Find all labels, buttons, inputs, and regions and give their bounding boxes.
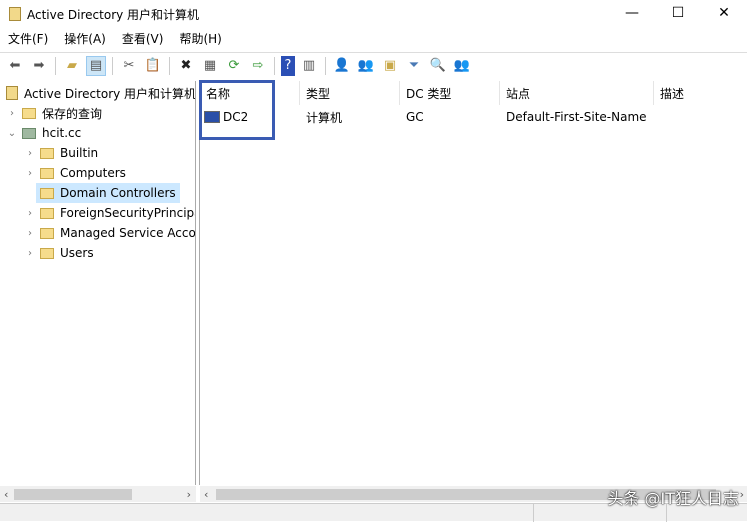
close-button[interactable]: ✕ [701, 0, 747, 26]
new-group-icon[interactable]: 👥 [356, 56, 376, 76]
scroll-left-icon[interactable]: ‹ [204, 488, 208, 501]
back-icon[interactable]: ⬅ [5, 56, 25, 76]
chevron-right-icon[interactable]: › [24, 148, 36, 159]
minimize-button[interactable]: — [609, 0, 655, 26]
tree-horizontal-scrollbar[interactable]: ‹ › [0, 486, 196, 502]
tree-item-domain[interactable]: ⌄ hcit.cc [6, 123, 81, 143]
tree-label: Managed Service Accounts [60, 226, 196, 240]
tree-label: 保存的查询 [42, 106, 103, 121]
domain-icon [22, 127, 36, 139]
new-ou-icon[interactable]: ▣ [380, 56, 400, 76]
tree-item-foreign-security-principals[interactable]: › ForeignSecurityPrincipals [24, 203, 196, 223]
tree-item-computers[interactable]: › Computers [24, 163, 126, 183]
title-bar: Active Directory 用户和计算机 — ☐ ✕ [0, 0, 747, 28]
scroll-right-icon[interactable]: › [187, 488, 191, 501]
watermark: 头条 @IT狂人日志 [607, 489, 739, 508]
tree-label: ForeignSecurityPrincipals [60, 206, 196, 220]
tree-item-users[interactable]: › Users [24, 243, 94, 263]
menu-bar: 文件(F) 操作(A) 查看(V) 帮助(H) [0, 30, 238, 50]
tree-item-domain-controllers[interactable]: Domain Controllers [36, 183, 180, 203]
separator [112, 56, 113, 75]
tree-item-saved-queries[interactable]: › 保存的查询 [6, 103, 102, 123]
filter-icon[interactable]: ⏷ [404, 56, 424, 76]
folder-icon [40, 227, 54, 239]
up-folder-icon[interactable]: ▰ [62, 56, 82, 76]
refresh-icon[interactable]: ⟳ [224, 56, 244, 76]
chevron-down-icon[interactable]: ⌄ [6, 128, 18, 139]
separator [325, 56, 326, 75]
show-hide-tree-icon[interactable]: ▤ [86, 55, 106, 76]
folder-icon [40, 247, 54, 259]
status-divider [533, 504, 534, 522]
column-header-type[interactable]: 类型 [300, 81, 400, 105]
chevron-right-icon[interactable]: › [24, 228, 36, 239]
tree-item-builtin[interactable]: › Builtin [24, 143, 98, 163]
menu-view[interactable]: 查看(V) [122, 30, 164, 50]
chevron-right-icon[interactable]: › [24, 168, 36, 179]
maximize-button[interactable]: ☐ [655, 0, 701, 26]
column-header-dc-type[interactable]: DC 类型 [400, 81, 500, 105]
cell-dc-type: GC [406, 110, 424, 124]
scroll-left-icon[interactable]: ‹ [4, 488, 8, 501]
highlight-box [199, 80, 275, 140]
cut-icon[interactable]: ✂ [119, 56, 139, 76]
tree-label: hcit.cc [42, 126, 82, 140]
paste-icon[interactable]: 📋 [143, 56, 163, 76]
tree-label: Domain Controllers [60, 186, 176, 200]
menu-file[interactable]: 文件(F) [8, 30, 48, 50]
column-header-site[interactable]: 站点 [500, 81, 654, 105]
window-title: Active Directory 用户和计算机 [27, 7, 200, 22]
folder-icon [40, 207, 54, 219]
forward-icon[interactable]: ➡ [29, 56, 49, 76]
tree-pane: Active Directory 用户和计算机 › 保存的查询 ⌄ hcit.c… [0, 81, 196, 485]
new-user-icon[interactable]: 👤 [332, 56, 352, 76]
tree-item-managed-service-accounts[interactable]: › Managed Service Accounts [24, 223, 196, 243]
export-icon[interactable]: ⇨ [248, 56, 268, 76]
tree-label: Computers [60, 166, 126, 180]
action-pane-icon[interactable]: ▥ [299, 56, 319, 76]
tree-label: Users [60, 246, 94, 260]
list-pane: 名称 类型 DC 类型 站点 描述 DC2 计算机 GC Default-Fir… [199, 81, 747, 485]
chevron-right-icon[interactable]: › [6, 108, 18, 119]
column-header-description[interactable]: 描述 [654, 81, 747, 105]
separator [169, 56, 170, 75]
separator [274, 56, 275, 75]
ad-icon [6, 86, 18, 100]
delete-icon[interactable]: ✖ [176, 56, 196, 76]
add-to-group-icon[interactable]: 👥 [452, 56, 472, 76]
folder-icon [40, 147, 54, 159]
tree-root[interactable]: Active Directory 用户和计算机 [6, 83, 196, 103]
separator [55, 56, 56, 75]
app-icon [9, 7, 21, 21]
folder-icon [22, 107, 36, 119]
toolbar: ⬅ ➡ ▰ ▤ ✂ 📋 ✖ ▦ ⟳ ⇨ ? ▥ 👤 👥 ▣ ⏷ 🔍 👥 [0, 52, 747, 78]
chevron-right-icon[interactable]: › [24, 248, 36, 259]
cell-site: Default-First-Site-Name [506, 110, 647, 124]
scroll-right-icon[interactable]: › [740, 488, 744, 501]
tree-label: Active Directory 用户和计算机 [24, 86, 196, 101]
ou-folder-icon [40, 187, 54, 199]
help-icon[interactable]: ? [281, 55, 295, 76]
chevron-right-icon[interactable]: › [24, 208, 36, 219]
cell-type: 计算机 [306, 110, 343, 125]
find-icon[interactable]: 🔍 [428, 56, 448, 76]
menu-action[interactable]: 操作(A) [64, 30, 106, 50]
scrollbar-thumb[interactable] [14, 489, 132, 500]
menu-help[interactable]: 帮助(H) [179, 30, 221, 50]
folder-icon [40, 167, 54, 179]
properties-icon[interactable]: ▦ [200, 56, 220, 76]
tree-label: Builtin [60, 146, 99, 160]
